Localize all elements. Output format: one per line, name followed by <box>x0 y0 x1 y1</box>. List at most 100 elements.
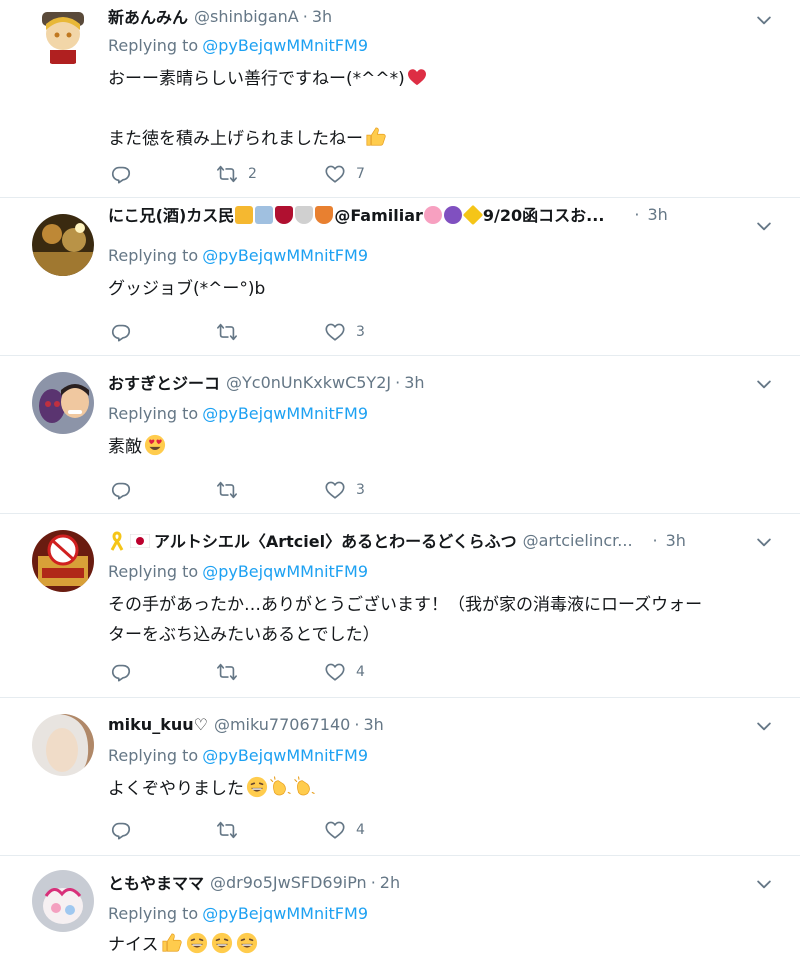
display-name[interactable]: おすぎとジーコ <box>108 370 220 394</box>
replying-to-label: Replying to <box>108 562 199 581</box>
clapping-hands-icon <box>294 776 315 796</box>
reply-button[interactable] <box>110 478 132 502</box>
reply-button[interactable] <box>110 320 132 344</box>
chevron-down-icon[interactable] <box>754 10 774 30</box>
replying-to-label: Replying to <box>108 404 199 423</box>
display-name-text: @Familiar <box>334 206 423 225</box>
tweet[interactable]: miku_kuu♡ @miku77067140 · 3h Replying to… <box>0 698 800 856</box>
user-handle[interactable]: @dr9o5JwSFD69iPn <box>210 873 367 892</box>
tweet[interactable]: にこ兄(酒)カス民 @Familiar 9/20函コスお... · 3h Reply… <box>0 198 800 356</box>
user-handle[interactable]: @artcielincr... <box>523 531 633 550</box>
avatar[interactable] <box>32 530 94 592</box>
display-name[interactable]: miku_kuu♡ <box>108 715 208 734</box>
avatar[interactable] <box>32 4 94 66</box>
retweet-icon <box>216 661 238 683</box>
tweet-header: おすぎとジーコ @Yc0nUnKxkwC5Y2J · 3h <box>108 370 740 394</box>
replying-to-label: Replying to <box>108 904 199 923</box>
mention-link[interactable]: @pyBejqwMMnitFM9 <box>202 246 368 265</box>
display-name[interactable]: ともやまママ <box>108 870 204 894</box>
replying-to: Replying to @pyBejqwMMnitFM9 <box>108 404 368 423</box>
retweet-button[interactable] <box>216 320 248 344</box>
mention-link[interactable]: @pyBejqwMMnitFM9 <box>202 404 368 423</box>
replying-to-label: Replying to <box>108 246 199 265</box>
tweet-text: グッジョブ(*^ー°)b <box>108 274 760 304</box>
reply-button[interactable] <box>110 818 132 842</box>
retweet-icon <box>216 321 238 343</box>
yellow-ribbon-icon <box>110 531 124 551</box>
replying-to-label: Replying to <box>108 36 199 55</box>
display-name-text: にこ兄(酒)カス民 <box>108 206 235 225</box>
heart-outline-icon <box>324 163 346 185</box>
mention-link[interactable]: @pyBejqwMMnitFM9 <box>202 36 368 55</box>
user-handle[interactable]: @Yc0nUnKxkwC5Y2J <box>226 373 391 392</box>
retweet-button[interactable] <box>216 478 248 502</box>
like-button[interactable]: 4 <box>324 660 365 684</box>
tweet-header: ともやまママ @dr9o5JwSFD69iPn · 2h <box>108 870 740 894</box>
beer-icon <box>235 206 254 224</box>
tweet-text-line: その手があったか…ありがとうございます！（我が家の消毒液にローズウォー <box>108 595 703 615</box>
user-handle[interactable]: @shinbiganA <box>194 7 299 26</box>
tweet[interactable]: アルトシエル〈Artciel〉あるとわーるどくらふつ @artcielincr.… <box>0 514 800 698</box>
heart-outline-icon <box>324 661 346 683</box>
like-button[interactable]: 4 <box>324 818 365 842</box>
display-name-text: 9/20函コスお... <box>482 206 605 225</box>
mention-link[interactable]: @pyBejqwMMnitFM9 <box>202 562 368 581</box>
display-name[interactable]: 新あんみん <box>108 4 188 28</box>
timestamp[interactable]: 3h <box>666 531 686 550</box>
timestamp[interactable]: 3h <box>648 205 668 224</box>
heart-outline-icon <box>324 819 346 841</box>
chevron-down-icon[interactable] <box>754 216 774 236</box>
grin-icon <box>211 932 232 954</box>
mention-link[interactable]: @pyBejqwMMnitFM9 <box>202 904 368 923</box>
display-name[interactable]: アルトシエル〈Artciel〉あるとわーるどくらふつ <box>108 528 517 552</box>
avatar[interactable] <box>32 214 94 276</box>
timestamp[interactable]: 3h <box>363 715 383 734</box>
timestamp[interactable]: 2h <box>380 873 400 892</box>
tweet[interactable]: 新あんみん @shinbiganA · 3h Replying to @pyBej… <box>0 0 800 198</box>
user-handle[interactable]: @miku77067140 <box>214 715 350 734</box>
like-button[interactable]: 3 <box>324 478 365 502</box>
display-name[interactable]: にこ兄(酒)カス民 @Familiar 9/20函コスお... <box>108 202 604 226</box>
tweet-header: にこ兄(酒)カス民 @Familiar 9/20函コスお... · 3h <box>108 202 740 226</box>
tweet-text: よくぞやりました <box>108 774 760 804</box>
heart-outline-icon <box>324 321 346 343</box>
avatar[interactable] <box>32 714 94 776</box>
like-button[interactable]: 7 <box>324 162 365 186</box>
wine-glass-icon <box>275 206 294 224</box>
tweet[interactable]: おすぎとジーコ @Yc0nUnKxkwC5Y2J · 3h Replying t… <box>0 356 800 514</box>
reply-icon <box>110 661 132 683</box>
retweet-button[interactable] <box>216 660 248 684</box>
thumbs-up-icon <box>161 933 182 952</box>
avatar[interactable] <box>32 372 94 434</box>
like-button[interactable]: 3 <box>324 320 365 344</box>
clapping-hands-icon <box>270 776 291 796</box>
mention-link[interactable]: @pyBejqwMMnitFM9 <box>202 746 368 765</box>
reply-button[interactable] <box>110 660 132 684</box>
chevron-down-icon[interactable] <box>754 532 774 552</box>
separator: · <box>634 204 640 224</box>
retweet-button[interactable] <box>216 818 248 842</box>
replying-to: Replying to @pyBejqwMMnitFM9 <box>108 246 368 265</box>
tweet-actions: 4 <box>110 660 410 684</box>
reply-icon <box>110 321 132 343</box>
chevron-down-icon[interactable] <box>754 716 774 736</box>
smiling-devil-icon <box>443 206 462 224</box>
reply-button[interactable] <box>110 162 132 186</box>
avatar[interactable] <box>32 870 94 932</box>
timestamp[interactable]: 3h <box>312 7 332 26</box>
like-count: 3 <box>356 482 365 498</box>
tweet[interactable]: ともやまママ @dr9o5JwSFD69iPn · 2h Replying to… <box>0 856 800 964</box>
retweet-button[interactable]: 2 <box>216 162 257 186</box>
replying-to: Replying to @pyBejqwMMnitFM9 <box>108 562 368 581</box>
timestamp[interactable]: 3h <box>404 373 424 392</box>
thumbs-up-icon <box>366 127 386 146</box>
replying-to: Replying to @pyBejqwMMnitFM9 <box>108 36 368 55</box>
separator: · <box>354 714 360 734</box>
tweet-text: その手があったか…ありがとうございます！（我が家の消毒液にローズウォー ターをぶ… <box>108 590 760 650</box>
tropical-drink-icon <box>315 206 334 224</box>
reply-icon <box>110 479 132 501</box>
tweet-text-line: ターをぶち込みたいあるとでした） <box>108 625 380 645</box>
like-count: 4 <box>356 822 365 838</box>
chevron-down-icon[interactable] <box>754 874 774 894</box>
chevron-down-icon[interactable] <box>754 374 774 394</box>
